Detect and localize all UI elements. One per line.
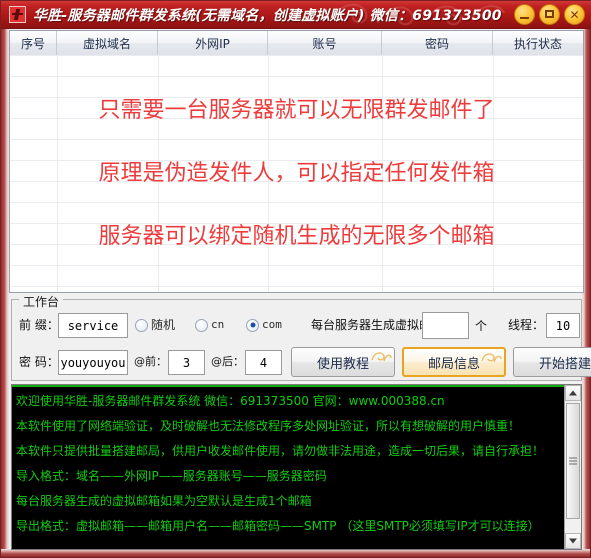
chevron-up-icon: [569, 390, 577, 396]
thread-label: 线程：: [508, 318, 545, 332]
console-line-1: 欢迎使用华胜-服务器邮件群发系统 微信：691373500 官网：www.000…: [16, 394, 445, 408]
minimize-button[interactable]: [514, 4, 535, 25]
at-after-input[interactable]: 4: [245, 350, 282, 375]
column-header-external-ip[interactable]: 外网IP: [158, 31, 268, 55]
window-frame-left: [1, 29, 9, 557]
tutorial-button[interactable]: 使用教程: [291, 347, 395, 377]
start-build-button-label: 开始搭建: [538, 356, 591, 372]
radio-cn[interactable]: cn: [195, 317, 224, 333]
radio-random-label: 随机: [151, 318, 176, 332]
start-build-button[interactable]: 开始搭建: [513, 347, 591, 377]
radio-com[interactable]: com: [246, 317, 282, 333]
post-office-info-button[interactable]: 邮局信息: [402, 347, 506, 377]
console-scrollbar[interactable]: [564, 385, 581, 549]
maximize-button[interactable]: [539, 4, 560, 25]
window-title: 华胜-服务器邮件群发系统(无需域名，创建虚拟账户) 微信：691373500: [33, 8, 502, 24]
close-button[interactable]: ✕: [564, 4, 585, 25]
table-column-gridlines: [10, 55, 583, 292]
mailbox-count-unit: 个: [475, 319, 488, 333]
window-controls: ✕: [514, 4, 585, 25]
column-header-status[interactable]: 执行状态: [493, 31, 583, 55]
radio-cn-dot: [195, 318, 208, 332]
app-logo-icon: [9, 6, 26, 23]
console-log-text: 欢迎使用华胜-服务器邮件群发系统 微信：691373500 官网：www.000…: [16, 389, 561, 539]
console-log-panel[interactable]: 欢迎使用华胜-服务器邮件群发系统 微信：691373500 官网：www.000…: [11, 384, 582, 550]
server-list-table[interactable]: 序号 虚拟域名 外网IP 账号 密码 执行状态 只需要一台服务器就可以无限群发邮…: [9, 30, 584, 293]
console-line-5: 每台服务器生成的虚拟邮箱如果为空默认是生成1个邮箱: [16, 494, 312, 508]
console-line-3: 本软件只提供批量搭建邮局，供用户收发邮件使用，请勿做非法用途，造成一切后果，请自…: [16, 444, 545, 458]
at-before-input[interactable]: 3: [168, 350, 205, 375]
scroll-up-button[interactable]: [565, 385, 581, 401]
console-line-2: 本软件使用了网络端验证，及时破解也无法修改程序多处网址验证，所以有想破解的用户慎…: [16, 419, 521, 433]
post-office-info-button-label: 邮局信息: [427, 356, 480, 372]
console-line-6: 导出格式：虚拟邮箱——邮箱用户名——邮箱密码——SMTP （这里SMTP必须填写…: [16, 519, 540, 533]
close-icon: ✕: [569, 7, 580, 22]
scrollbar-thumb[interactable]: [566, 403, 580, 519]
radio-random[interactable]: 随机: [135, 317, 175, 333]
mailbox-count-input[interactable]: [422, 312, 469, 339]
workbench-group-title: 工作台: [19, 293, 64, 310]
column-header-account[interactable]: 账号: [268, 31, 382, 55]
prefix-label: 前 缀：: [19, 318, 59, 332]
table-body[interactable]: 只需要一台服务器就可以无限群发邮件了 原理是伪造发件人，可以指定任何发件箱 服务…: [10, 55, 583, 292]
window-frame-bottom: [1, 549, 590, 557]
scroll-down-button[interactable]: [565, 533, 581, 549]
radio-random-dot: [135, 318, 148, 332]
workbench-row-2: 密 码： youyouyou @前： 3 @后： 4 使用教程 邮局信息 开始搭…: [1, 345, 591, 379]
at-after-label: @后：: [211, 355, 244, 368]
application-window: 华胜-服务器邮件群发系统(无需域名，创建虚拟账户) 微信：691373500 ✕…: [0, 0, 591, 558]
at-before-label: @前：: [134, 355, 167, 368]
prefix-input[interactable]: service: [58, 313, 128, 338]
column-header-password[interactable]: 密码: [382, 31, 493, 55]
column-header-virtual-domain[interactable]: 虚拟域名: [57, 31, 158, 55]
grip-icon: [569, 457, 577, 465]
console-top-divider: [12, 385, 564, 387]
button-decoration-icon: [481, 353, 502, 363]
password-label: 密 码：: [19, 355, 59, 369]
title-bar[interactable]: 华胜-服务器邮件群发系统(无需域名，创建虚拟账户) 微信：691373500 ✕: [1, 1, 591, 29]
radio-cn-label: cn: [211, 318, 225, 331]
radio-com-dot: [246, 318, 259, 332]
workbench-row-1: 前 缀： service 随机 cn com 每台服务器生成虚拟邮箱： 个 线程…: [1, 311, 591, 339]
button-decoration-icon: [371, 352, 392, 362]
column-header-index[interactable]: 序号: [10, 31, 57, 55]
tutorial-button-label: 使用教程: [316, 356, 369, 372]
console-line-4: 导入格式：域名——外网IP——服务器账号——服务器密码: [16, 469, 327, 483]
table-header-row: 序号 虚拟域名 外网IP 账号 密码 执行状态: [10, 31, 583, 56]
chevron-down-icon: [569, 538, 577, 544]
thread-input[interactable]: 10: [546, 313, 580, 338]
password-input[interactable]: youyouyou: [58, 350, 128, 375]
radio-com-label: com: [262, 318, 282, 331]
